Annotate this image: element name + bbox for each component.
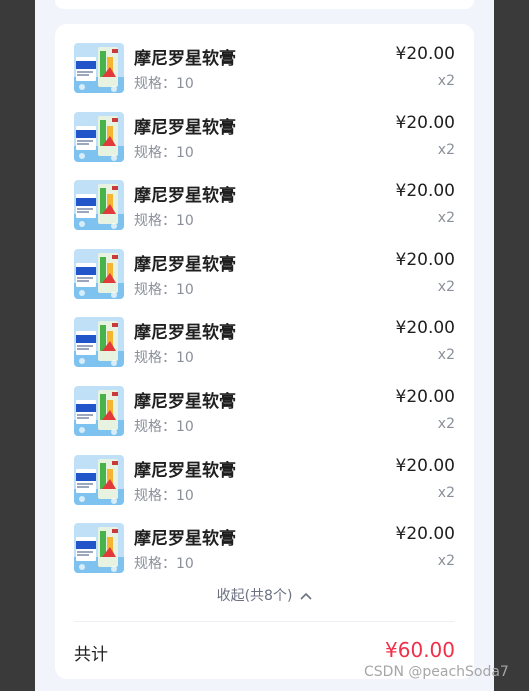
product-thumbnail (74, 454, 124, 505)
collapse-toggle[interactable]: 收起(共8个) (55, 585, 474, 605)
product-spec: 规格：10 (134, 487, 194, 504)
product-price: ¥20.00 (395, 249, 455, 270)
product-spec: 规格：10 (134, 350, 194, 367)
product-quantity: x2 (437, 347, 455, 364)
product-price: ¥20.00 (395, 524, 455, 545)
product-spec: 规格：10 (134, 556, 194, 573)
product-name: 摩尼罗星软膏 (134, 460, 236, 481)
product-quantity: x2 (437, 210, 455, 227)
list-item[interactable]: 摩尼罗星软膏 规格：10 ¥20.00 x2 (74, 523, 455, 574)
product-quantity: x2 (437, 416, 455, 432)
total-value: ¥60.00 (385, 638, 455, 662)
product-quantity: x2 (437, 73, 455, 89)
total-label: 共计 (74, 645, 108, 665)
product-quantity: x2 (437, 553, 455, 570)
list-item[interactable]: 摩尼罗星软膏 规格：10 ¥20.00 x2 (74, 454, 455, 505)
product-price: ¥20.00 (395, 318, 455, 339)
product-thumbnail (74, 180, 124, 231)
previous-card (55, 0, 474, 9)
product-thumbnail (74, 386, 124, 436)
list-item[interactable]: 摩尼罗星软膏 规格：10 ¥20.00 x2 (74, 43, 455, 93)
list-item[interactable]: 摩尼罗星软膏 规格：10 ¥20.00 x2 (74, 180, 455, 231)
list-item[interactable]: 摩尼罗星软膏 规格：10 ¥20.00 x2 (74, 317, 455, 368)
collapse-label: 收起(共8个) (216, 588, 293, 604)
product-quantity: x2 (437, 141, 455, 158)
product-spec: 规格：10 (134, 419, 194, 435)
product-spec: 规格：10 (134, 76, 194, 92)
product-thumbnail (74, 43, 124, 93)
product-name: 摩尼罗星软膏 (134, 186, 236, 207)
divider (74, 621, 455, 622)
product-name: 摩尼罗星软膏 (134, 323, 236, 344)
product-price: ¥20.00 (395, 44, 455, 64)
product-price: ¥20.00 (395, 387, 455, 407)
product-thumbnail (74, 111, 124, 162)
product-price: ¥20.00 (395, 181, 455, 202)
chevron-up-icon (300, 588, 312, 604)
product-quantity: x2 (437, 278, 455, 295)
product-price: ¥20.00 (395, 112, 455, 133)
order-items-card: 摩尼罗星软膏 规格：10 ¥20.00 x2 摩尼罗星软膏 规格：10 ¥20.… (55, 24, 474, 679)
product-spec: 规格：10 (134, 281, 194, 298)
product-name: 摩尼罗星软膏 (134, 529, 236, 550)
product-thumbnail (74, 523, 124, 574)
product-quantity: x2 (437, 484, 455, 501)
product-name: 摩尼罗星软膏 (134, 117, 236, 138)
list-item[interactable]: 摩尼罗星软膏 规格：10 ¥20.00 x2 (74, 248, 455, 299)
list-item[interactable]: 摩尼罗星软膏 规格：10 ¥20.00 x2 (74, 386, 455, 436)
order-page: 摩尼罗星软膏 规格：10 ¥20.00 x2 摩尼罗星软膏 规格：10 ¥20.… (35, 0, 494, 691)
watermark: CSDN @peachSoda7 (364, 664, 509, 680)
product-thumbnail (74, 248, 124, 299)
product-name: 摩尼罗星软膏 (134, 392, 236, 412)
list-item[interactable]: 摩尼罗星软膏 规格：10 ¥20.00 x2 (74, 111, 455, 162)
product-spec: 规格：10 (134, 144, 194, 161)
product-spec: 规格：10 (134, 213, 194, 230)
product-thumbnail (74, 317, 124, 368)
product-name: 摩尼罗星软膏 (134, 49, 236, 69)
product-name: 摩尼罗星软膏 (134, 254, 236, 275)
product-price: ¥20.00 (395, 455, 455, 476)
